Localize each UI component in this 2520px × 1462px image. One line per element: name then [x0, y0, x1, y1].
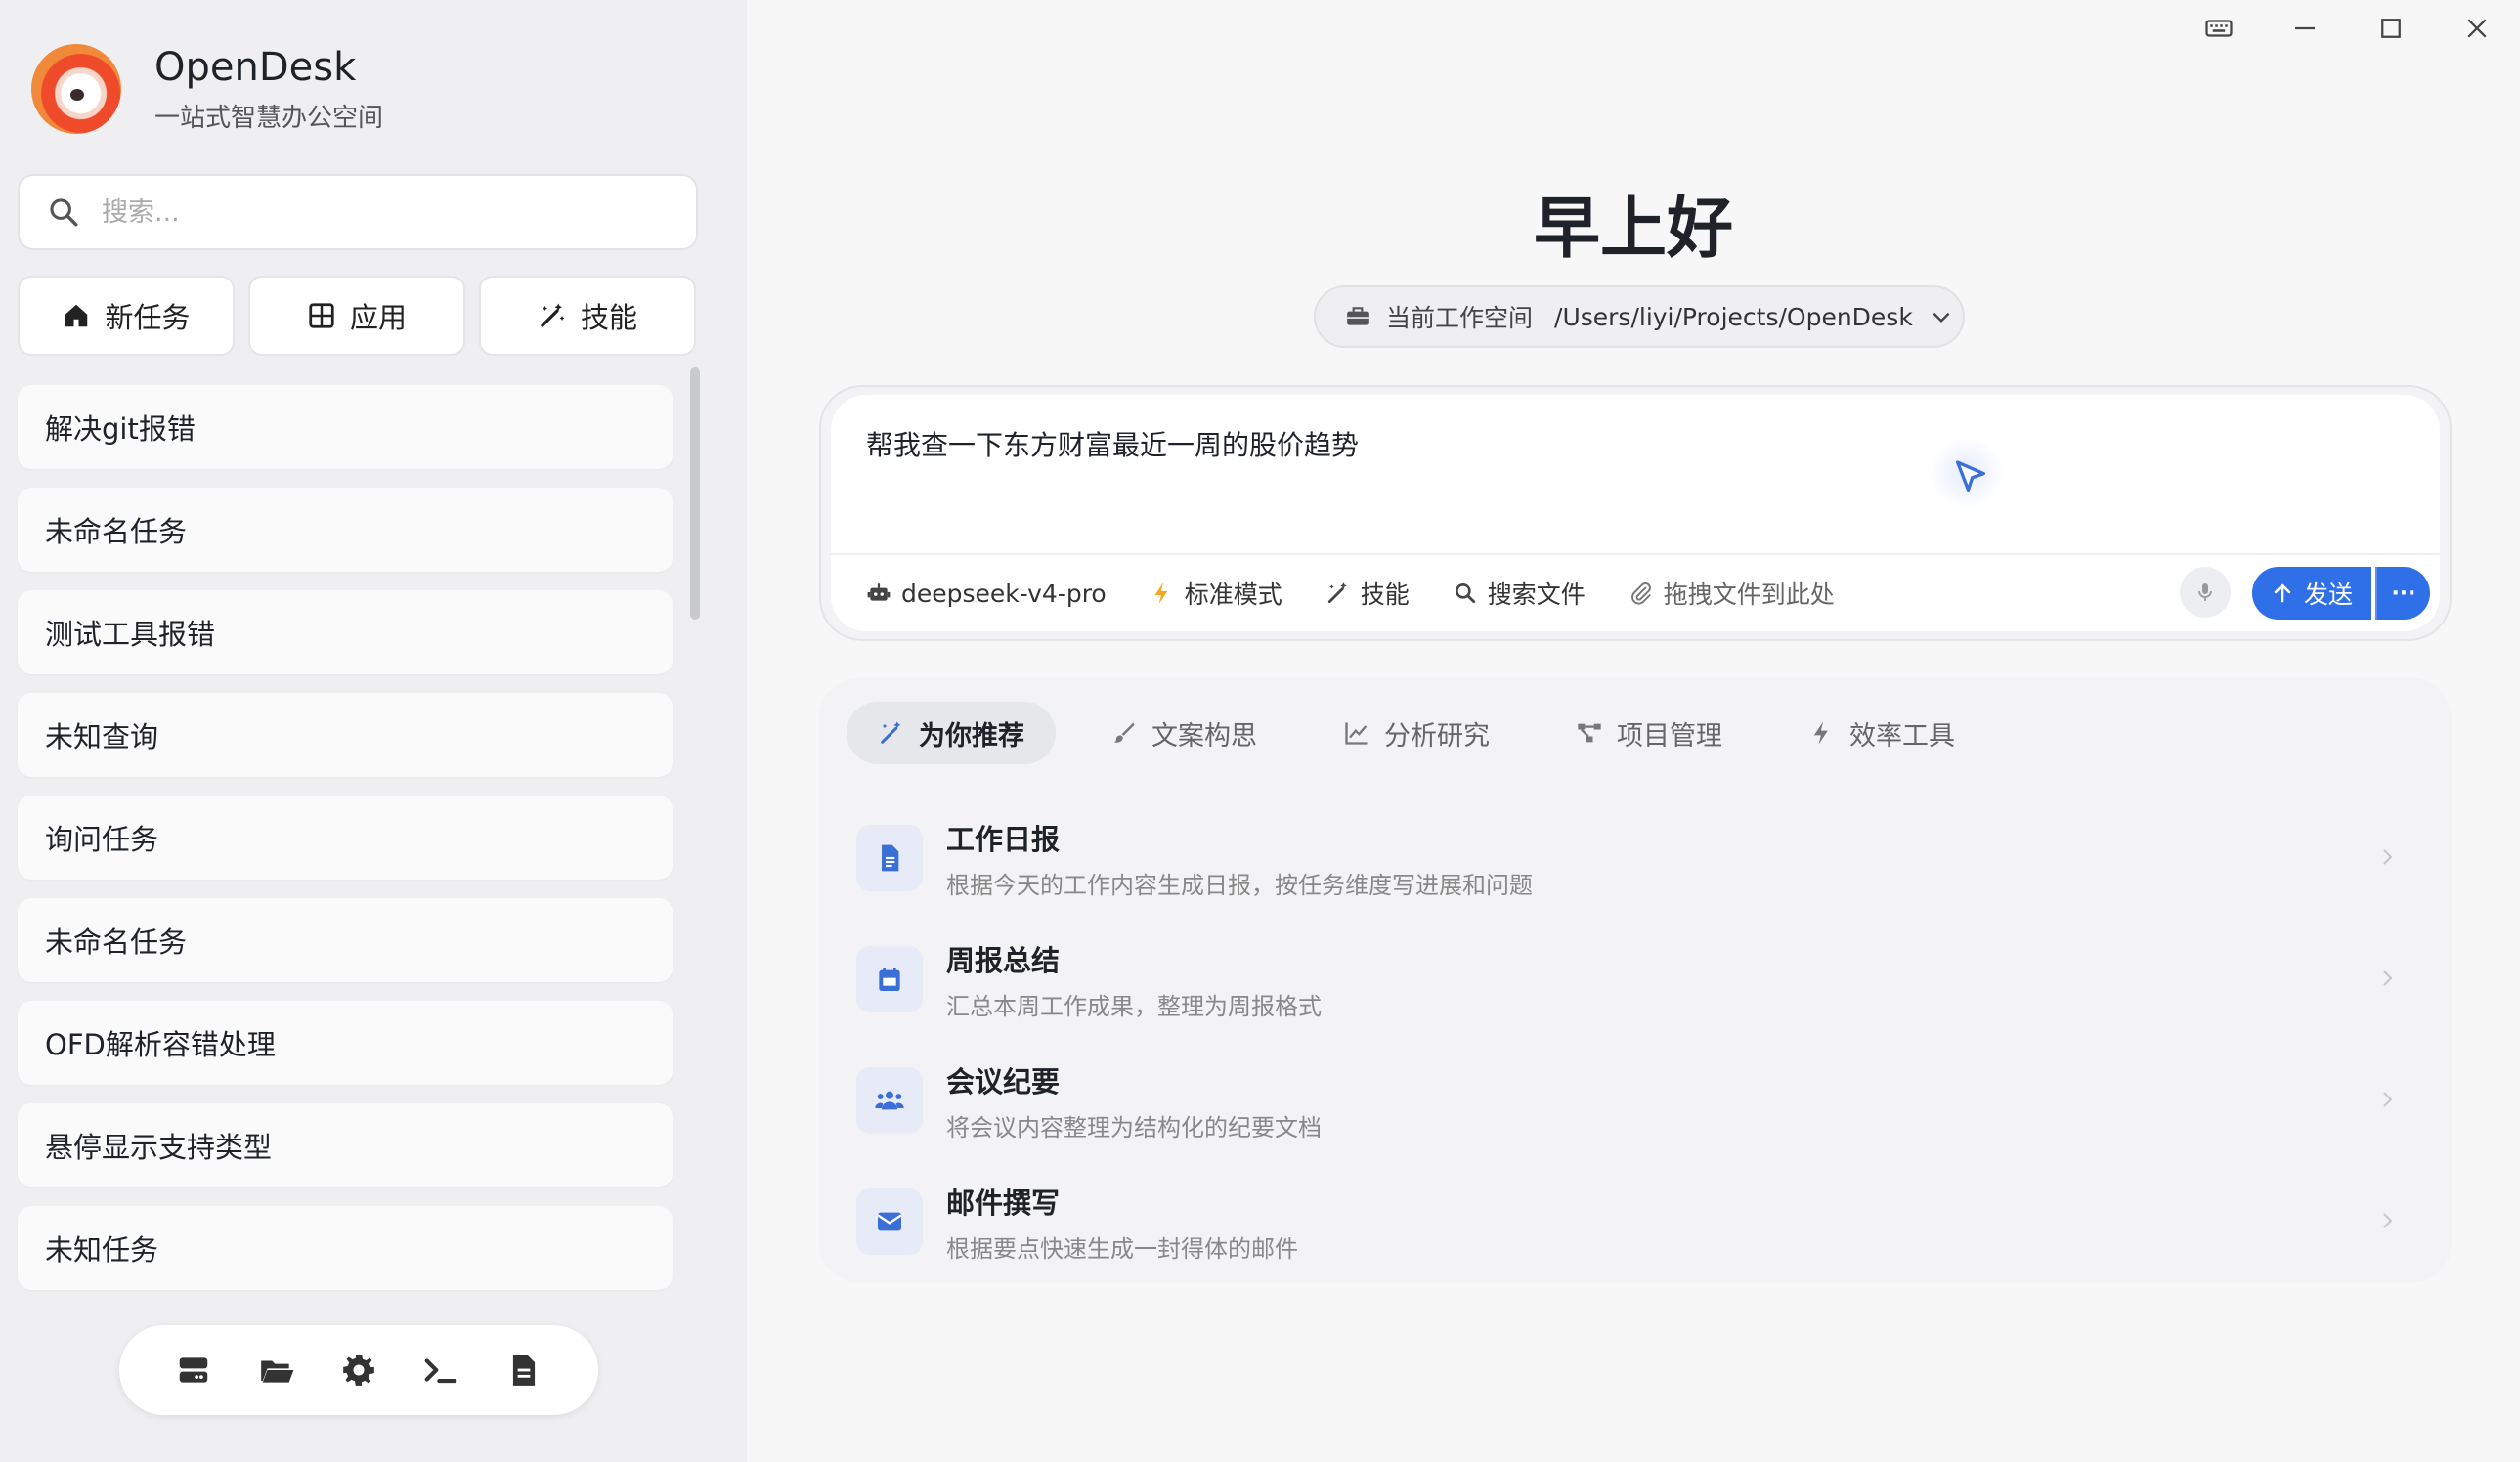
- app-title: OpenDesk: [154, 45, 357, 90]
- sidebar: OpenDesk 一站式智慧办公空间 新任务 应用 技能 解决git报错 未命名…: [0, 0, 747, 1462]
- send-options-button[interactable]: ···: [2375, 567, 2430, 620]
- search-files-button[interactable]: 搜索文件: [1453, 576, 1586, 611]
- voice-input-button[interactable]: [2180, 567, 2231, 618]
- chevron-right-icon: [2383, 1092, 2393, 1107]
- prompt-input[interactable]: 帮我查一下东方财富最近一周的股价趋势: [866, 424, 1359, 463]
- tab-project-management[interactable]: 项目管理: [1544, 702, 1754, 764]
- keyboard-button[interactable]: [2176, 6, 2262, 51]
- composer: 帮我查一下东方财富最近一周的股价趋势 deepseek-v4-pro 标准模式 …: [819, 385, 2452, 641]
- search-box[interactable]: [18, 174, 698, 250]
- chevron-right-icon: [2383, 849, 2393, 865]
- briefcase-icon: [1347, 307, 1369, 325]
- maximize-button[interactable]: [2348, 6, 2434, 51]
- maximize-icon: [2381, 19, 2401, 38]
- task-item[interactable]: 解决git报错: [18, 385, 673, 469]
- tab-analysis[interactable]: 分析研究: [1312, 702, 1521, 764]
- recommendation-item-meeting-minutes[interactable]: 会议纪要 将会议内容整理为结构化的纪要文档: [856, 1040, 2422, 1161]
- skills-selector[interactable]: 技能: [1325, 576, 1410, 611]
- chevron-down-icon: [1933, 312, 1950, 323]
- task-list: 解决git报错 未命名任务 测试工具报错 未知查询 询问任务 未命名任务 OFD…: [18, 385, 673, 1309]
- task-item[interactable]: 未命名任务: [18, 898, 673, 982]
- mouse-cursor: [1930, 436, 2004, 510]
- task-list-scrollbar[interactable]: [690, 367, 700, 620]
- chevron-right-icon: [2383, 1213, 2393, 1228]
- folder-open-icon[interactable]: [258, 1352, 295, 1389]
- magic-wand-icon: [1327, 582, 1347, 604]
- users-icon: [875, 1091, 904, 1110]
- magic-wand-icon: [881, 721, 901, 744]
- magic-wand-icon: [541, 303, 565, 327]
- app-subtitle: 一站式智慧办公空间: [154, 104, 384, 133]
- category-tabs: 为你推荐 文案构思 分析研究 项目管理 效率工具: [847, 702, 1986, 764]
- recommendation-list: 工作日报 根据今天的工作内容生成日报，按任务维度写进展和问题 周报总结 汇总本周…: [856, 797, 2422, 1282]
- model-selector[interactable]: deepseek-v4-pro: [866, 580, 1107, 608]
- greeting-title: 早上好: [1533, 191, 1733, 268]
- search-input[interactable]: [100, 195, 690, 229]
- cursor-arrow-icon: [1956, 460, 1985, 492]
- attach-file-dropzone[interactable]: 拖拽文件到此处: [1629, 576, 1835, 611]
- keyboard-icon: [2205, 20, 2233, 37]
- quick-actions: 新任务 应用 技能: [18, 276, 696, 356]
- tab-efficiency-tools[interactable]: 效率工具: [1777, 702, 1986, 764]
- task-item[interactable]: 未命名任务: [18, 488, 673, 572]
- server-icon[interactable]: [175, 1352, 212, 1389]
- close-icon: [2467, 19, 2487, 38]
- home-icon: [65, 304, 88, 327]
- envelope-icon: [877, 1212, 902, 1231]
- recommendation-panel: 为你推荐 文案构思 分析研究 项目管理 效率工具 工作日报 根据今天的工作内容生…: [819, 678, 2452, 1282]
- task-item[interactable]: OFD解析容错处理: [18, 1001, 673, 1085]
- terminal-icon[interactable]: [422, 1352, 459, 1389]
- calendar-icon: [879, 968, 900, 991]
- grid-icon: [309, 303, 334, 328]
- tab-copywriting[interactable]: 文案构思: [1079, 702, 1288, 764]
- workspace-selector[interactable]: 当前工作空间 /Users/liyi/Projects/OpenDesk: [1314, 285, 1965, 348]
- apps-button[interactable]: 应用: [248, 276, 465, 356]
- project-diagram-icon: [1578, 723, 1601, 743]
- arrow-up-icon: [2274, 583, 2291, 603]
- minimize-button[interactable]: [2262, 6, 2348, 51]
- app-logo: [31, 43, 121, 134]
- minimize-icon: [2295, 26, 2315, 30]
- search-icon: [1455, 583, 1475, 604]
- tab-recommended[interactable]: 为你推荐: [847, 702, 1056, 764]
- skills-button[interactable]: 技能: [479, 276, 696, 356]
- bolt-icon: [1154, 582, 1168, 604]
- task-item[interactable]: 询问任务: [18, 796, 673, 880]
- send-button[interactable]: 发送: [2252, 567, 2371, 620]
- robot-icon: [867, 583, 891, 601]
- task-item[interactable]: 测试工具报错: [18, 590, 673, 674]
- chevron-right-icon: [2383, 970, 2393, 986]
- close-button[interactable]: [2434, 6, 2520, 51]
- task-item[interactable]: 未知查询: [18, 693, 673, 777]
- document-icon[interactable]: [505, 1352, 543, 1389]
- window-controls: [2176, 6, 2520, 51]
- main-area: 早上好 当前工作空间 /Users/liyi/Projects/OpenDesk…: [747, 0, 2520, 1462]
- brush-icon: [1113, 722, 1135, 743]
- brand: OpenDesk 一站式智慧办公空间: [31, 43, 383, 134]
- file-text-icon: [882, 844, 899, 872]
- search-icon: [50, 198, 78, 227]
- workspace-label: 当前工作空间: [1386, 304, 1534, 332]
- workspace-path: /Users/liyi/Projects/OpenDesk: [1554, 302, 1913, 331]
- mode-selector[interactable]: 标准模式: [1150, 576, 1282, 611]
- gear-icon[interactable]: [340, 1352, 377, 1389]
- recommendation-item-weekly-report[interactable]: 周报总结 汇总本周工作成果，整理为周报格式: [856, 919, 2422, 1040]
- bottom-dock: [119, 1325, 598, 1415]
- recommendation-item-daily-report[interactable]: 工作日报 根据今天的工作内容生成日报，按任务维度写进展和问题: [856, 797, 2422, 919]
- paperclip-icon: [1630, 582, 1651, 605]
- microphone-icon: [2198, 583, 2212, 601]
- task-item[interactable]: 未知任务: [18, 1206, 673, 1290]
- new-task-button[interactable]: 新任务: [18, 276, 235, 356]
- task-item[interactable]: 悬停显示支持类型: [18, 1103, 673, 1187]
- bolt-icon: [1813, 721, 1828, 745]
- chart-line-icon: [1345, 722, 1368, 745]
- recommendation-item-email[interactable]: 邮件撰写 根据要点快速生成一封得体的邮件: [856, 1161, 2422, 1282]
